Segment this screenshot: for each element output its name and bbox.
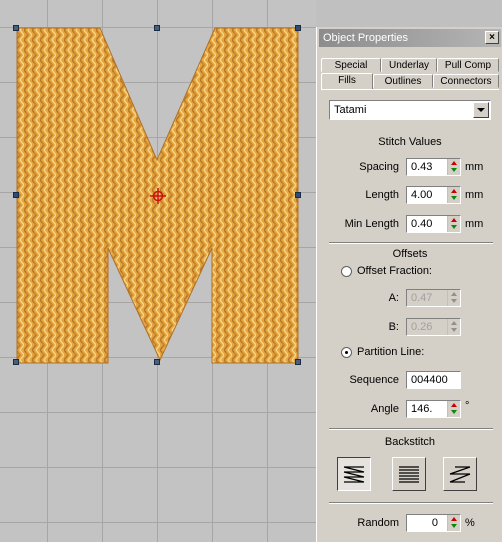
angle-unit: ° <box>465 400 470 412</box>
offset-b-input: 0.26 <box>406 318 461 336</box>
offset-fraction-label: Offset Fraction: <box>357 265 432 277</box>
backstitch-zigzag-icon <box>343 466 365 483</box>
angle-label: Angle <box>370 403 399 415</box>
angle-spinner[interactable] <box>447 401 460 417</box>
backstitch-zigzag-button[interactable] <box>337 457 371 491</box>
object-properties-panel: Object Properties × Special Underlay Pul… <box>316 27 502 542</box>
tab-underlay[interactable]: Underlay <box>381 58 437 72</box>
spacing-value: 0.43 <box>411 161 433 173</box>
embroidery-letter-m[interactable] <box>0 0 316 542</box>
min-length-unit: mm <box>465 218 484 230</box>
offset-b-spinner <box>447 319 460 335</box>
divider <box>329 428 493 430</box>
close-button[interactable]: × <box>485 31 499 44</box>
offset-a-spinner <box>447 290 460 306</box>
angle-input[interactable]: 146. <box>406 400 461 418</box>
resize-handle-bottom[interactable] <box>154 359 160 365</box>
sequence-label: Sequence <box>349 374 399 386</box>
design-canvas[interactable] <box>0 0 316 542</box>
spacing-label: Spacing <box>359 161 399 173</box>
offsets-heading: Offsets <box>392 248 428 260</box>
random-label: Random <box>357 517 399 529</box>
resize-handle-left[interactable] <box>13 192 19 198</box>
random-unit: % <box>465 517 475 529</box>
random-input[interactable]: 0 <box>406 514 461 532</box>
length-input[interactable]: 4.00 <box>406 186 461 204</box>
tab-outlines[interactable]: Outlines <box>373 74 433 88</box>
tab-special[interactable]: Special <box>321 58 381 72</box>
offset-b-label: B: <box>388 321 399 333</box>
fill-type-select[interactable]: Tatami <box>329 100 491 120</box>
offset-a-value: 0.47 <box>411 292 433 304</box>
stitch-values-heading: Stitch Values <box>378 136 442 148</box>
center-crosshair-icon[interactable] <box>150 188 166 204</box>
resize-handle-top-right[interactable] <box>295 25 301 31</box>
resize-handle-top-left[interactable] <box>13 25 19 31</box>
tab-connectors[interactable]: Connectors <box>433 74 499 88</box>
backstitch-diagonal-button[interactable] <box>443 457 477 491</box>
tab-fills[interactable]: Fills <box>321 73 373 89</box>
min-length-spinner[interactable] <box>447 216 460 232</box>
offset-a-label: A: <box>388 292 399 304</box>
tab-pull-comp[interactable]: Pull Comp <box>437 58 499 72</box>
backstitch-diagonal-icon <box>449 466 471 483</box>
partition-line-radio[interactable] <box>341 347 352 358</box>
backstitch-heading: Backstitch <box>384 436 436 448</box>
panel-titlebar[interactable]: Object Properties × <box>319 29 501 47</box>
min-length-input[interactable]: 0.40 <box>406 215 461 233</box>
sequence-input[interactable]: 004400 <box>406 371 461 389</box>
length-unit: mm <box>465 189 484 201</box>
resize-handle-right[interactable] <box>295 192 301 198</box>
spacing-unit: mm <box>465 161 484 173</box>
min-length-label: Min Length <box>344 218 399 230</box>
random-value: 0 <box>431 517 438 529</box>
resize-handle-bottom-left[interactable] <box>13 359 19 365</box>
divider <box>329 502 493 504</box>
divider <box>329 242 493 244</box>
tab-divider <box>321 89 499 90</box>
fill-type-value: Tatami <box>334 104 367 116</box>
offset-fraction-radio[interactable] <box>341 266 352 277</box>
spacing-input[interactable]: 0.43 <box>406 158 461 176</box>
length-value: 4.00 <box>411 189 433 201</box>
resize-handle-top[interactable] <box>154 25 160 31</box>
angle-value: 146. <box>411 403 433 415</box>
backstitch-lines-button[interactable] <box>392 457 426 491</box>
offset-a-input: 0.47 <box>406 289 461 307</box>
sequence-value: 004400 <box>411 374 448 386</box>
min-length-value: 0.40 <box>411 218 433 230</box>
random-spinner[interactable] <box>447 515 460 531</box>
partition-line-label: Partition Line: <box>357 346 425 358</box>
panel-title: Object Properties <box>323 32 408 44</box>
resize-handle-bottom-right[interactable] <box>295 359 301 365</box>
offset-b-value: 0.26 <box>411 321 433 333</box>
chevron-down-icon[interactable] <box>473 102 489 118</box>
spacing-spinner[interactable] <box>447 159 460 175</box>
backstitch-lines-icon <box>399 466 419 483</box>
length-label: Length <box>365 189 399 201</box>
length-spinner[interactable] <box>447 187 460 203</box>
